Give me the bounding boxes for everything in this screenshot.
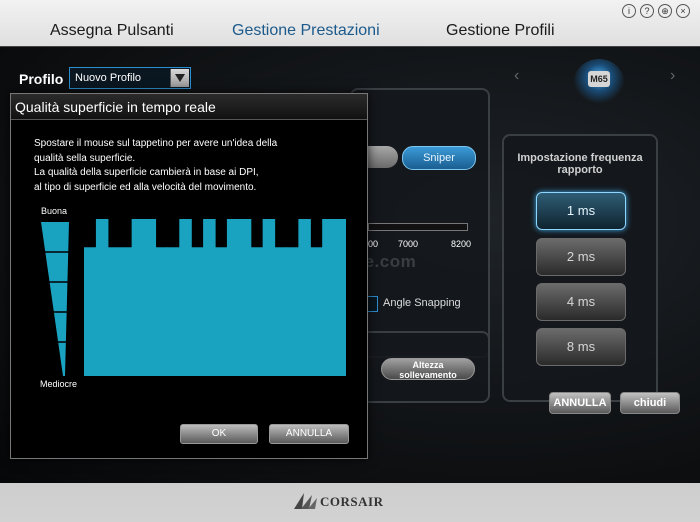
quality-bar — [226, 219, 240, 376]
dialog-text-line: Spostare il mouse sul tappetino per aver… — [34, 138, 278, 149]
rate-4ms-button[interactable]: 4 ms — [536, 283, 626, 321]
rate-1ms-button[interactable]: 1 ms — [536, 192, 626, 230]
rate-8ms-button[interactable]: 8 ms — [536, 328, 626, 366]
quality-bar — [131, 219, 145, 376]
chevron-left-icon[interactable]: ‹ — [514, 67, 519, 85]
dialog-text-line: qualità sella superficie. — [34, 152, 136, 164]
dpi-tick-label: 00 — [368, 239, 379, 249]
dpi-slider[interactable] — [368, 223, 468, 231]
report-rate-title: Impostazione frequenza rapporto — [504, 152, 656, 176]
corsair-app-window: Assegna Pulsanti Gestione Prestazioni Ge… — [0, 0, 700, 522]
quality-bar — [334, 219, 346, 376]
report-rate-panel: Impostazione frequenza rapporto 1 ms 2 m… — [502, 134, 658, 402]
corsair-logo: CORSAIR — [292, 491, 412, 513]
quality-bar — [84, 247, 97, 376]
quality-bar — [262, 219, 276, 376]
window-controls: i ? ⊕ × — [622, 4, 690, 18]
top-tab-bar: Assegna Pulsanti Gestione Prestazioni Ge… — [22, 0, 682, 46]
quality-bar — [203, 219, 216, 376]
quality-bar — [119, 247, 133, 376]
quality-scale — [41, 222, 69, 376]
dialog-ok-button[interactable]: OK — [180, 424, 258, 444]
tab-gestione-prestazioni[interactable]: Gestione Prestazioni — [232, 22, 380, 40]
globe-icon[interactable]: ⊕ — [658, 4, 672, 18]
quality-bar — [298, 219, 311, 376]
quality-bar — [274, 247, 288, 376]
quality-bar — [310, 247, 323, 376]
dialog-title: Qualità superficie in tempo reale — [11, 94, 367, 120]
scale-top-label: Buona — [41, 206, 68, 216]
chevron-down-icon[interactable] — [170, 69, 189, 87]
info-icon[interactable]: i — [622, 4, 636, 18]
corsair-sails-icon — [294, 493, 317, 509]
angle-snapping-label: Angle Snapping — [383, 297, 461, 309]
quality-bar — [143, 219, 157, 376]
scale-bottom-label: Mediocre — [40, 379, 78, 389]
dialog-text-line: al tipo di superficie ed alla velocità d… — [34, 181, 257, 193]
report-rate-title-line1: Impostazione frequenza — [517, 152, 643, 164]
quality-bar — [107, 247, 121, 376]
brand-name: CORSAIR — [320, 494, 384, 509]
lift-height-label-line2: sollevamento — [399, 370, 457, 380]
rate-2ms-button[interactable]: 2 ms — [536, 238, 626, 276]
profile-select-value: Nuovo Profilo — [75, 72, 142, 84]
surface-quality-graph — [84, 219, 346, 376]
dialog-cancel-button[interactable]: ANNULLA — [269, 424, 349, 444]
quality-bar — [95, 219, 109, 376]
report-rate-title-line2: rapporto — [557, 164, 603, 176]
lift-height-button[interactable]: Altezza sollevamento — [381, 358, 475, 380]
dpi-mode-button[interactable] — [368, 146, 398, 168]
device-badge-label: M65 — [588, 71, 610, 87]
help-icon[interactable]: ? — [640, 4, 654, 18]
dialog-text-line: La qualità della superficie cambierà in … — [34, 167, 259, 178]
tab-assegna-pulsanti[interactable]: Assegna Pulsanti — [50, 22, 174, 40]
close-button[interactable]: chiudi — [620, 392, 680, 414]
lift-height-label-line1: Altezza — [412, 360, 444, 370]
quality-bar — [191, 247, 204, 376]
quality-bar — [322, 219, 335, 376]
quality-bar — [250, 247, 264, 376]
profile-label: Profilo — [19, 71, 64, 87]
quality-bar — [155, 247, 168, 376]
dpi-tick-label: 8200 — [451, 239, 472, 249]
sniper-button[interactable]: Sniper — [402, 146, 476, 170]
device-badge: M65 — [574, 59, 624, 105]
quality-bar — [179, 219, 192, 376]
dpi-tick-label: 7000 — [398, 239, 419, 249]
dialog-description: Spostare il mouse sul tappetino per aver… — [34, 137, 354, 195]
cancel-button[interactable]: ANNULLA — [549, 392, 611, 414]
tab-gestione-profili[interactable]: Gestione Profili — [446, 22, 555, 40]
close-icon[interactable]: × — [676, 4, 690, 18]
quality-bar — [238, 219, 252, 376]
chevron-right-icon[interactable]: › — [670, 67, 675, 85]
surface-quality-dialog: Qualità superficie in tempo reale Sposta… — [10, 93, 368, 459]
profile-select[interactable]: Nuovo Profilo — [69, 67, 191, 89]
quality-bar — [215, 247, 228, 376]
quality-bar — [167, 247, 180, 376]
quality-bar — [286, 247, 299, 376]
